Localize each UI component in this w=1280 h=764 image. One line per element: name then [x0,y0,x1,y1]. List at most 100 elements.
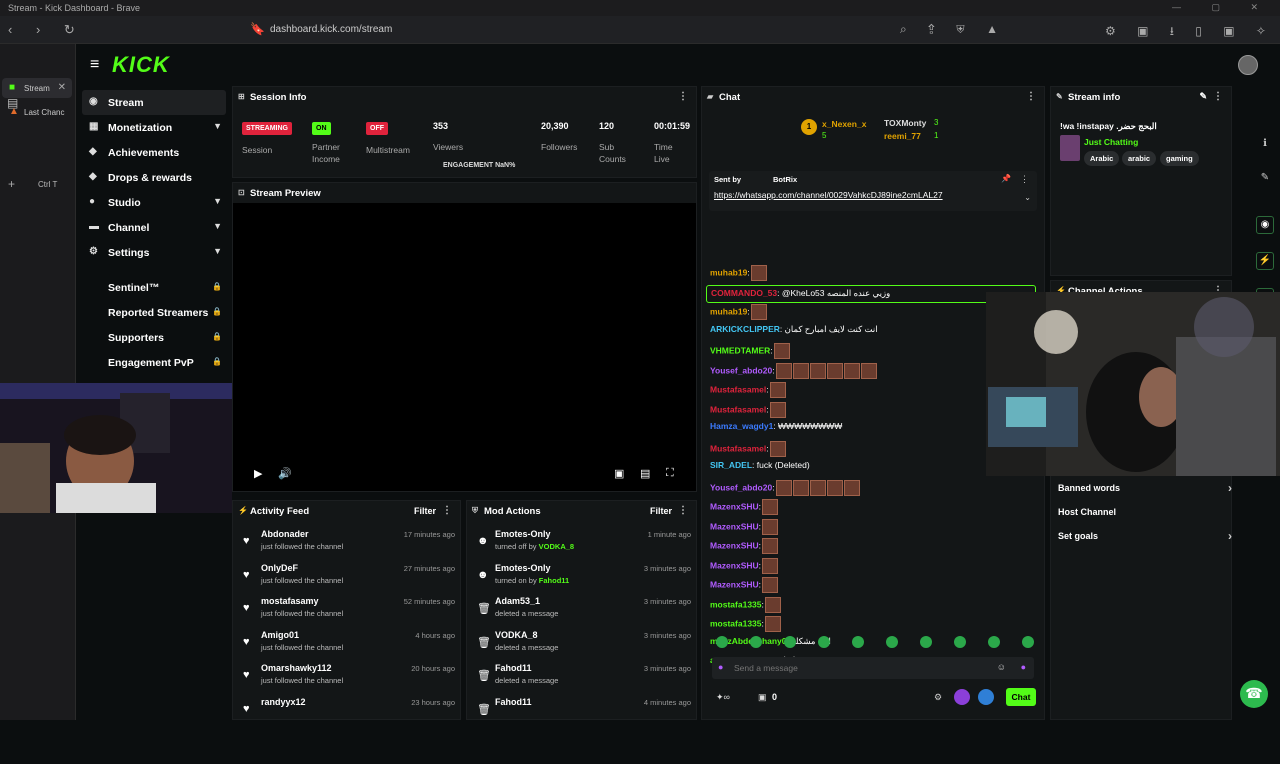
nav-buttons[interactable]: ‹ › ↻ [8,22,85,38]
quick-emote-icon[interactable] [818,636,830,648]
chat-username[interactable]: MazenxSHU [710,521,759,531]
chat-username[interactable]: muhab19 [710,306,747,316]
chat-message[interactable]: mostafa1335: [710,596,781,615]
more-icon[interactable]: ⋮ [1213,91,1223,102]
mod-action-item[interactable]: 🗑 VODKA_8 deleted a message 3 minutes ago [473,630,691,663]
chat-message[interactable]: Mustafasamel: [710,440,786,459]
pinned-link[interactable]: https://whatsapp.com/channel/0029VahkcDJ… [714,190,943,200]
more-icon[interactable]: ⋮ [678,505,688,516]
more-icon[interactable]: ⋮ [1026,91,1036,102]
category-link[interactable]: Just Chatting [1084,137,1138,147]
address-actions[interactable]: ⌕ ⇪ ⛨ ▲ [900,22,1007,37]
mod-action-target[interactable]: Fahod11 [495,663,532,673]
stream-preview-video[interactable]: ▶ 🔊 ▣ ▤ ⛶ [233,203,696,491]
chat-username[interactable]: MazenxSHU [710,560,759,570]
tag-chip[interactable]: arabic [1122,151,1157,166]
chat-message[interactable]: VHMEDTAMER: [710,343,790,361]
chat-message[interactable]: Yousef_abdo20: [710,479,860,498]
filter-button[interactable]: Filter [414,506,436,516]
activity-user[interactable]: Amigo01 [261,630,299,640]
7tv-icon[interactable] [954,689,970,705]
tag-chip[interactable]: Arabic [1084,151,1120,166]
host-channel-item[interactable]: Host Channel [1058,507,1116,517]
quick-emote-icon[interactable] [852,636,864,648]
kick-logo[interactable]: KICK [112,52,170,78]
mod-action-target[interactable]: Emotes-Only [495,529,551,539]
reward-icon[interactable]: ✦∞ [716,692,730,703]
mod-action-target[interactable]: Fahod11 [495,697,532,707]
mod-action-by[interactable]: VODKA_8 [539,542,574,551]
fullscreen-icon[interactable]: ⛶ [666,467,674,480]
quick-emote-icon[interactable] [750,636,762,648]
quick-emote-icon[interactable] [920,636,932,648]
chat-message[interactable]: Mustafasamel: [710,401,786,420]
sidebar-item-sentinel[interactable]: Sentinel™ 🔒 [82,275,226,300]
tab-last-chance[interactable]: ▲ Last Chanc [2,102,72,122]
chat-username[interactable]: SIR_ADEL [710,460,752,470]
volume-icon[interactable]: 🔊 [278,467,292,480]
avatar[interactable] [1238,55,1258,75]
sidebar-item-supporters[interactable]: Supporters 🔒 [82,325,226,350]
gift-icon[interactable]: ▣ [758,692,767,703]
category-thumbnail[interactable] [1060,135,1080,161]
quick-emote-icon[interactable] [784,636,796,648]
help-chat-icon[interactable]: ☎ [1240,680,1268,708]
sidebar-item-monetization[interactable]: ▦ Monetization ▼ [82,115,226,140]
bookmark-icon[interactable]: 🔖 [250,22,265,36]
chat-username[interactable]: VHMEDTAMER [710,345,770,355]
gifter-name[interactable]: TOXMonty [884,118,926,128]
send-chat-button[interactable]: Chat [1006,688,1036,706]
activity-item[interactable]: ♥ mostafasamy just followed the channel 52 … [239,596,455,629]
tab-stream[interactable]: ■ Stream ✕ [2,78,72,98]
mod-action-item[interactable]: ☻ Emotes-Only turned off by VODKA_8 1 minut… [473,529,691,562]
chat-username[interactable]: MazenxSHU [710,579,759,589]
chat-username[interactable]: Mustafasamel [710,443,766,453]
multistream-badge[interactable]: OFF [366,122,388,135]
tag-chip[interactable]: gaming [1160,151,1199,166]
chat-message-input[interactable] [734,660,994,676]
activity-item[interactable]: ♥ OnlyDeF just followed the channel 27 minu… [239,563,455,596]
quick-emote-icon[interactable] [886,636,898,648]
sidebar-item-channel[interactable]: ▬ Channel ▼ [82,215,226,240]
chat-message[interactable]: muhab19: [710,304,767,322]
mod-action-target[interactable]: VODKA_8 [495,630,538,640]
mod-action-item[interactable]: 🗑 Adam53_1 deleted a message 3 minutes ago [473,596,691,629]
info-icon[interactable]: ℹ [1256,138,1274,156]
chat-username[interactable]: COMMANDO_53 [711,288,777,298]
new-tab-icon[interactable]: + [8,177,15,191]
chat-message[interactable]: MazenxSHU: [710,577,779,595]
activity-user[interactable]: randyyx12 [261,697,306,707]
chat-username[interactable]: MazenxSHU [710,540,759,550]
pin-icon[interactable]: 📌 [1001,174,1011,183]
more-icon[interactable]: ⋮ [678,91,688,102]
more-icon[interactable]: ⋮ [442,505,452,516]
chat-message[interactable]: Yousef_abdo20: [710,362,877,381]
theater-icon[interactable]: ▤ [640,467,650,480]
activity-item[interactable]: ♥ randyyx12 23 hours ago [239,697,455,730]
edit-icon[interactable]: ✎ [1256,172,1274,190]
chat-message[interactable]: MazenxSHU: [710,538,779,556]
sidebar-item-settings[interactable]: ⚙ Settings ▼ [82,240,226,265]
chat-message[interactable]: muhab19: [710,265,767,283]
play-icon[interactable]: ▶ [254,467,262,480]
url-field[interactable]: dashboard.kick.com/stream [270,24,392,35]
sidebar-item-reported-streamers[interactable]: Reported Streamers 🔒 [82,300,226,325]
sidebar-item-achievements[interactable]: ◆ Achievements [82,140,226,165]
chat-message[interactable]: MazenxSHU: [710,499,779,517]
set-goals-item[interactable]: Set goals › [1058,529,1232,543]
chat-message[interactable]: MazenxSHU: [710,518,779,537]
window-controls[interactable]: — ▢ ✕ [1172,2,1272,13]
activity-user[interactable]: Omarshawky112 [261,663,332,673]
chat-username[interactable]: Mustafasamel [710,404,766,414]
quick-emote-icon[interactable] [716,636,728,648]
chevron-down-icon[interactable]: ⌄ [1024,193,1031,202]
emoji-icon[interactable]: ☺ [997,662,1006,672]
gifter-name[interactable]: reemi_77 [884,131,921,141]
mic-icon[interactable]: ● [718,662,723,672]
gear-icon[interactable]: ⚙ [934,692,942,703]
quick-emote-icon[interactable] [1022,636,1034,648]
chat-message[interactable]: Mustafasamel: [710,382,786,400]
close-icon[interactable]: ✕ [58,82,66,93]
activity-user[interactable]: mostafasamy [261,596,319,606]
sidebar-item-drops[interactable]: ◆ Drops & rewards [82,165,226,190]
